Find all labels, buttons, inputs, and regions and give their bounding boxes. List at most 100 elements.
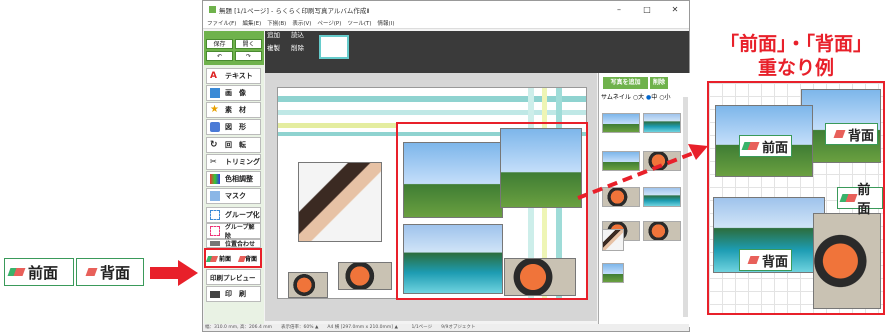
tool-text[interactable]: A テキスト — [206, 68, 261, 84]
annotation-title: 「前面」・「背面」 重なり例 — [707, 32, 885, 80]
thumb-item[interactable] — [602, 113, 640, 133]
page-read-button[interactable]: 読込 — [289, 31, 306, 40]
undo-button[interactable]: ↶ — [206, 51, 233, 61]
photo-food[interactable] — [288, 272, 328, 298]
rotate-icon: ↻ — [210, 140, 218, 150]
menu-tool[interactable]: ツール(T) — [347, 19, 371, 27]
tool-color[interactable]: 色相調整 — [206, 171, 261, 187]
tool-shape[interactable]: 図 形 — [206, 119, 261, 135]
thumb-item[interactable] — [602, 263, 624, 283]
label-back: 背面 — [739, 249, 793, 271]
thumb-item[interactable] — [602, 229, 624, 251]
size-large-radio[interactable]: ○大 — [633, 94, 644, 101]
photo-lake[interactable] — [403, 224, 503, 294]
tool-trim[interactable]: ✂ トリミング — [206, 154, 261, 170]
album-page — [277, 87, 588, 300]
send-back-icon — [81, 267, 97, 277]
stripe — [278, 96, 586, 102]
app-icon — [209, 6, 216, 13]
photo-people[interactable] — [298, 162, 382, 242]
photo-tower[interactable] — [500, 128, 582, 208]
tool-group[interactable]: グループ化 — [206, 207, 261, 223]
color-icon — [210, 174, 220, 184]
group-icon — [210, 210, 220, 220]
front-button[interactable]: 前面 — [219, 254, 231, 263]
bring-front-icon — [9, 267, 25, 277]
tool-align[interactable]: 位置合わせ — [206, 239, 261, 248]
page-thumbnail[interactable] — [319, 35, 349, 59]
tool-mask[interactable]: マスク — [206, 188, 261, 204]
delete-photo-button[interactable]: 削除 — [650, 77, 668, 89]
menu-bar: ファイル(F) 編集(E) 下揃(B) 表示(V) ページ(P) ツール(T) … — [203, 18, 689, 29]
send-back-icon — [829, 129, 845, 139]
thumb-item[interactable] — [643, 113, 681, 133]
dashed-arrow — [577, 144, 708, 200]
back-button[interactable]: 背面 — [245, 254, 257, 263]
panel-scrollbar[interactable] — [683, 97, 688, 317]
minimize-button[interactable]: – — [605, 5, 633, 14]
size-small-radio[interactable]: ○小 — [659, 94, 670, 101]
photo-salmon-roe[interactable] — [504, 258, 576, 296]
add-photo-button[interactable]: 写真を追加 — [603, 77, 648, 89]
thumbnail-label: サムネイル — [601, 94, 631, 101]
close-button[interactable]: ✕ — [661, 5, 689, 14]
send-back-icon — [233, 255, 244, 262]
annotation-title-line1: 「前面」・「背面」 — [719, 33, 872, 55]
thumb-item[interactable] — [643, 221, 681, 241]
legend-front-label: 前面 — [28, 263, 59, 282]
arrow-right-icon — [150, 260, 198, 286]
page-copy-button[interactable]: 複製 — [265, 44, 282, 53]
printer-icon — [210, 290, 220, 298]
legend-back-button: 背面 — [76, 258, 144, 286]
window-title: 無題 [1/1ページ] - らくらく印刷写真アルバム作成Ⅱ — [219, 6, 370, 15]
legend-back-label: 背面 — [100, 263, 131, 282]
page-add-button[interactable]: 追加 — [265, 31, 282, 40]
tool-material[interactable]: ★ 素 材 — [206, 102, 261, 118]
bring-front-icon — [743, 141, 759, 151]
maximize-button[interactable]: □ — [633, 5, 661, 14]
front-back-highlight: 前面 背面 — [204, 248, 262, 268]
menu-page[interactable]: ページ(P) — [317, 19, 341, 27]
annotation-title-line2: 重なり例 — [757, 57, 834, 79]
save-button[interactable]: 保存 — [206, 39, 233, 49]
image-icon — [210, 88, 220, 98]
redo-button[interactable]: ↷ — [235, 51, 262, 61]
title-bar: 無題 [1/1ページ] - らくらく印刷写真アルバム作成Ⅱ – □ ✕ — [203, 1, 689, 18]
star-icon: ★ — [210, 104, 219, 115]
bring-front-icon — [207, 255, 218, 262]
size-medium-radio[interactable]: ●中 — [646, 94, 657, 101]
menu-view[interactable]: 表示(V) — [292, 19, 311, 27]
thumbnail-size: サムネイル ○大 ●中 ○小 — [601, 92, 670, 101]
menu-edit[interactable]: 編集(E) — [242, 19, 261, 27]
tool-image[interactable]: 画 像 — [206, 85, 261, 101]
send-back-icon — [743, 255, 759, 265]
status-bar: 幅：310.0 mm, 高：206.4 mm 表示倍率：60% ▲ A4 横 [… — [203, 324, 689, 331]
tool-ungroup[interactable]: グループ解除 — [206, 223, 261, 240]
photo-food[interactable] — [338, 262, 392, 290]
ungroup-icon — [210, 226, 220, 236]
label-front: 前面 — [739, 135, 793, 157]
menu-align[interactable]: 下揃(B) — [267, 19, 286, 27]
menu-file[interactable]: ファイル(F) — [207, 19, 236, 27]
legend-front-button: 前面 — [4, 258, 74, 286]
bring-front-icon — [841, 193, 854, 203]
open-button[interactable]: 開く — [235, 39, 262, 49]
example-photo-salmon-roe — [813, 213, 881, 309]
page-delete-button[interactable]: 削除 — [289, 44, 306, 53]
align-icon — [210, 241, 220, 246]
label-back: 背面 — [825, 123, 879, 145]
stripe — [278, 110, 586, 115]
print-preview-button[interactable]: 印刷プレビュー — [206, 269, 261, 285]
trim-icon: ✂ — [210, 157, 217, 166]
mask-icon — [210, 191, 220, 201]
label-front: 前面 — [837, 183, 883, 217]
photo-statue[interactable] — [403, 142, 503, 218]
menu-info[interactable]: 情報(I) — [378, 19, 395, 27]
tool-rotate[interactable]: ↻ 回 転 — [206, 137, 261, 153]
file-controls: 保存 開く ↶ ↷ — [204, 31, 264, 65]
shape-icon — [210, 122, 220, 132]
text-icon: A — [210, 71, 217, 81]
stripe — [278, 123, 398, 128]
print-button[interactable]: 印 刷 — [206, 286, 261, 302]
page-strip: 追加 読込 複製 削除 — [265, 31, 689, 73]
